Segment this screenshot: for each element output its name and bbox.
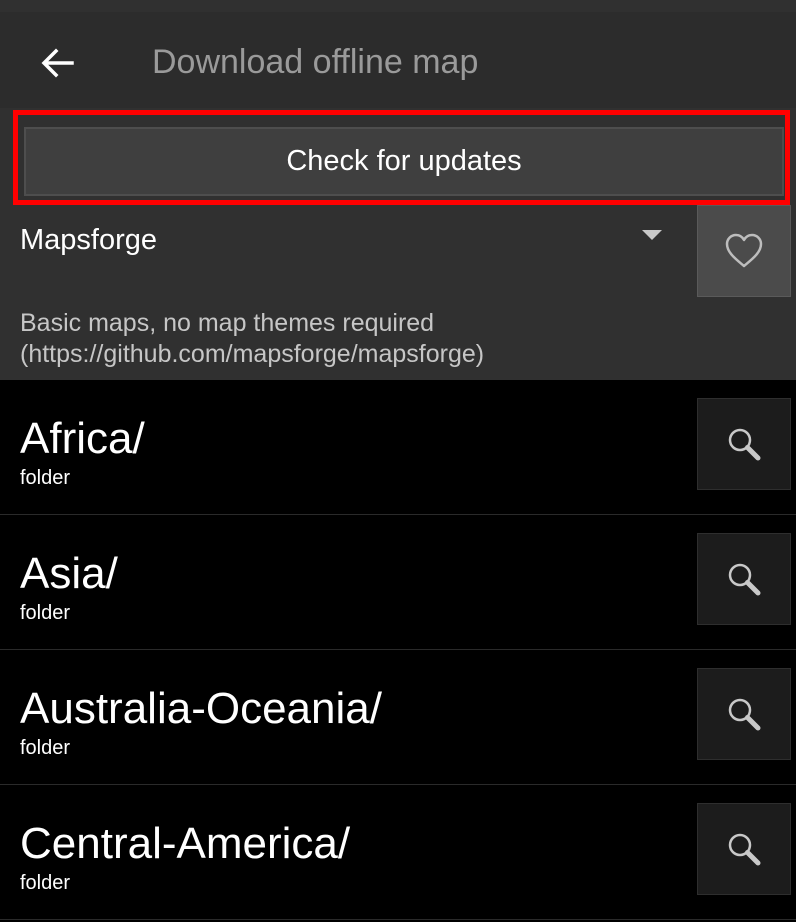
folder-name: Australia-Oceania/ — [20, 684, 382, 733]
search-icon — [728, 833, 761, 866]
search-icon — [728, 563, 761, 596]
folder-type: folder — [20, 737, 71, 759]
folder-name: Asia/ — [20, 549, 118, 598]
search-icon — [728, 428, 761, 461]
check-for-updates-button[interactable]: Check for updates — [24, 127, 784, 196]
app-bar: Download offline map — [0, 12, 796, 108]
folder-item-australia-oceania[interactable]: Australia-Oceania/ folder — [0, 650, 796, 785]
folder-type: folder — [20, 467, 71, 489]
folder-name: Africa/ — [20, 414, 145, 463]
folder-item-africa[interactable]: Africa/ folder — [0, 380, 796, 515]
search-button[interactable] — [697, 803, 791, 895]
folder-name: Central-America/ — [20, 819, 351, 868]
map-source-select[interactable]: Mapsforge — [20, 216, 670, 266]
folder-item-asia[interactable]: Asia/ folder — [0, 515, 796, 650]
folder-item-central-america[interactable]: Central-America/ folder — [0, 785, 796, 920]
heart-outline-icon — [725, 233, 763, 268]
folder-type: folder — [20, 602, 71, 624]
map-source-selected-value: Mapsforge — [20, 224, 158, 256]
search-button[interactable] — [697, 533, 791, 625]
description-url: (https://github.com/mapsforge/mapsforge) — [20, 340, 485, 368]
dropdown-arrow-icon — [642, 230, 662, 240]
folder-type: folder — [20, 872, 71, 894]
folder-list: Africa/ folder Asia/ folder Australia-Oc… — [0, 380, 796, 920]
arrow-left-icon — [41, 48, 74, 78]
description-line: Basic maps, no map themes required — [20, 309, 435, 337]
search-icon — [728, 698, 761, 731]
back-button[interactable] — [34, 40, 80, 86]
search-button[interactable] — [697, 668, 791, 760]
page-title: Download offline map — [152, 43, 479, 81]
favorite-button[interactable] — [697, 205, 791, 297]
search-button[interactable] — [697, 398, 791, 490]
map-source-description: Basic maps, no map themes required (http… — [20, 308, 690, 370]
